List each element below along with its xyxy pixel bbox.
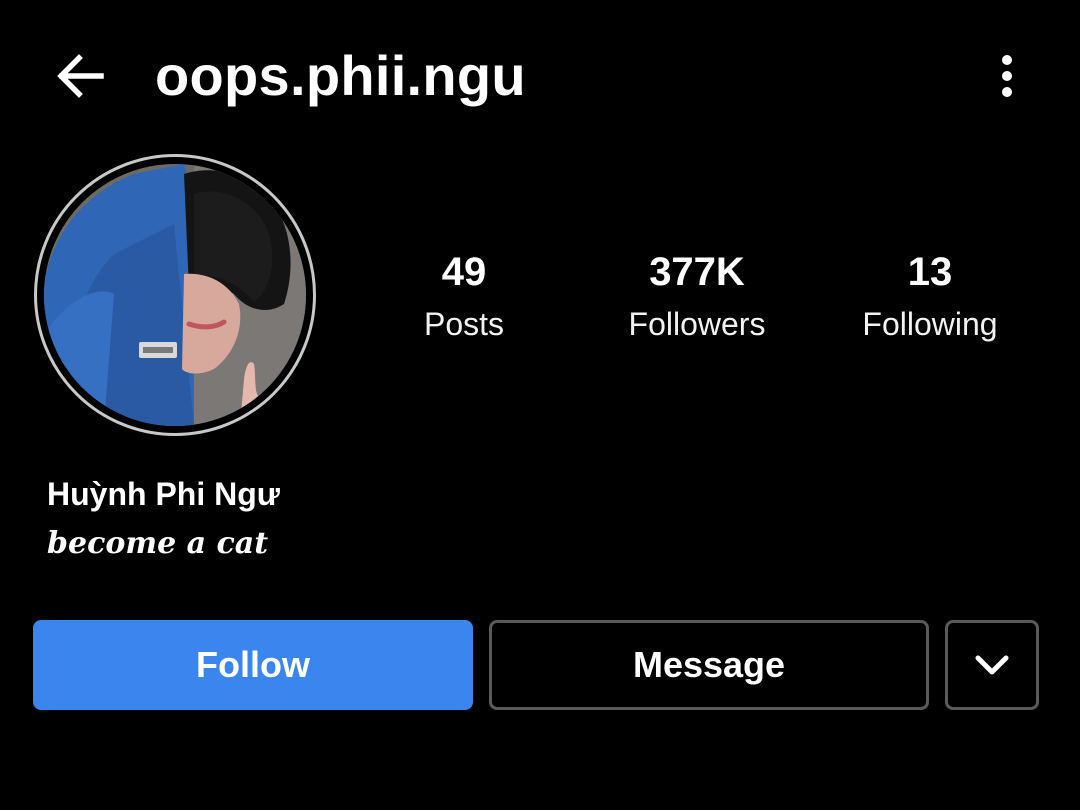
followers-label[interactable]: Followers: [597, 304, 797, 344]
more-vertical-icon: [1002, 55, 1012, 97]
arrow-left-icon: [57, 54, 104, 98]
avatar-ring[interactable]: [34, 154, 316, 436]
avatar[interactable]: [44, 164, 306, 426]
suggested-accounts-button[interactable]: [945, 620, 1039, 710]
followers-count[interactable]: 377K: [597, 248, 797, 296]
follow-button[interactable]: Follow: [33, 620, 473, 710]
bio-text: become a cat: [47, 526, 269, 561]
posts-count: 49: [441, 250, 487, 294]
followers-stat[interactable]: 377K Followers: [597, 248, 797, 344]
follow-button-label: Follow: [196, 644, 310, 685]
profile-header: oops.phii.ngu: [0, 0, 1080, 150]
more-options-button[interactable]: [985, 50, 1029, 102]
following-stat[interactable]: 13 Following: [830, 248, 1030, 344]
posts-label: Posts: [423, 306, 505, 342]
message-button[interactable]: Message: [489, 620, 929, 710]
posts-stat: 49 Posts: [364, 248, 564, 344]
following-count[interactable]: 13: [830, 248, 1030, 296]
display-name: Huỳnh Phi Ngư: [47, 476, 280, 512]
following-label[interactable]: Following: [830, 304, 1030, 344]
chevron-down-icon: [975, 655, 1009, 675]
profile-username: oops.phii.ngu: [155, 44, 526, 107]
message-button-label: Message: [632, 644, 786, 685]
back-button[interactable]: [50, 50, 110, 102]
